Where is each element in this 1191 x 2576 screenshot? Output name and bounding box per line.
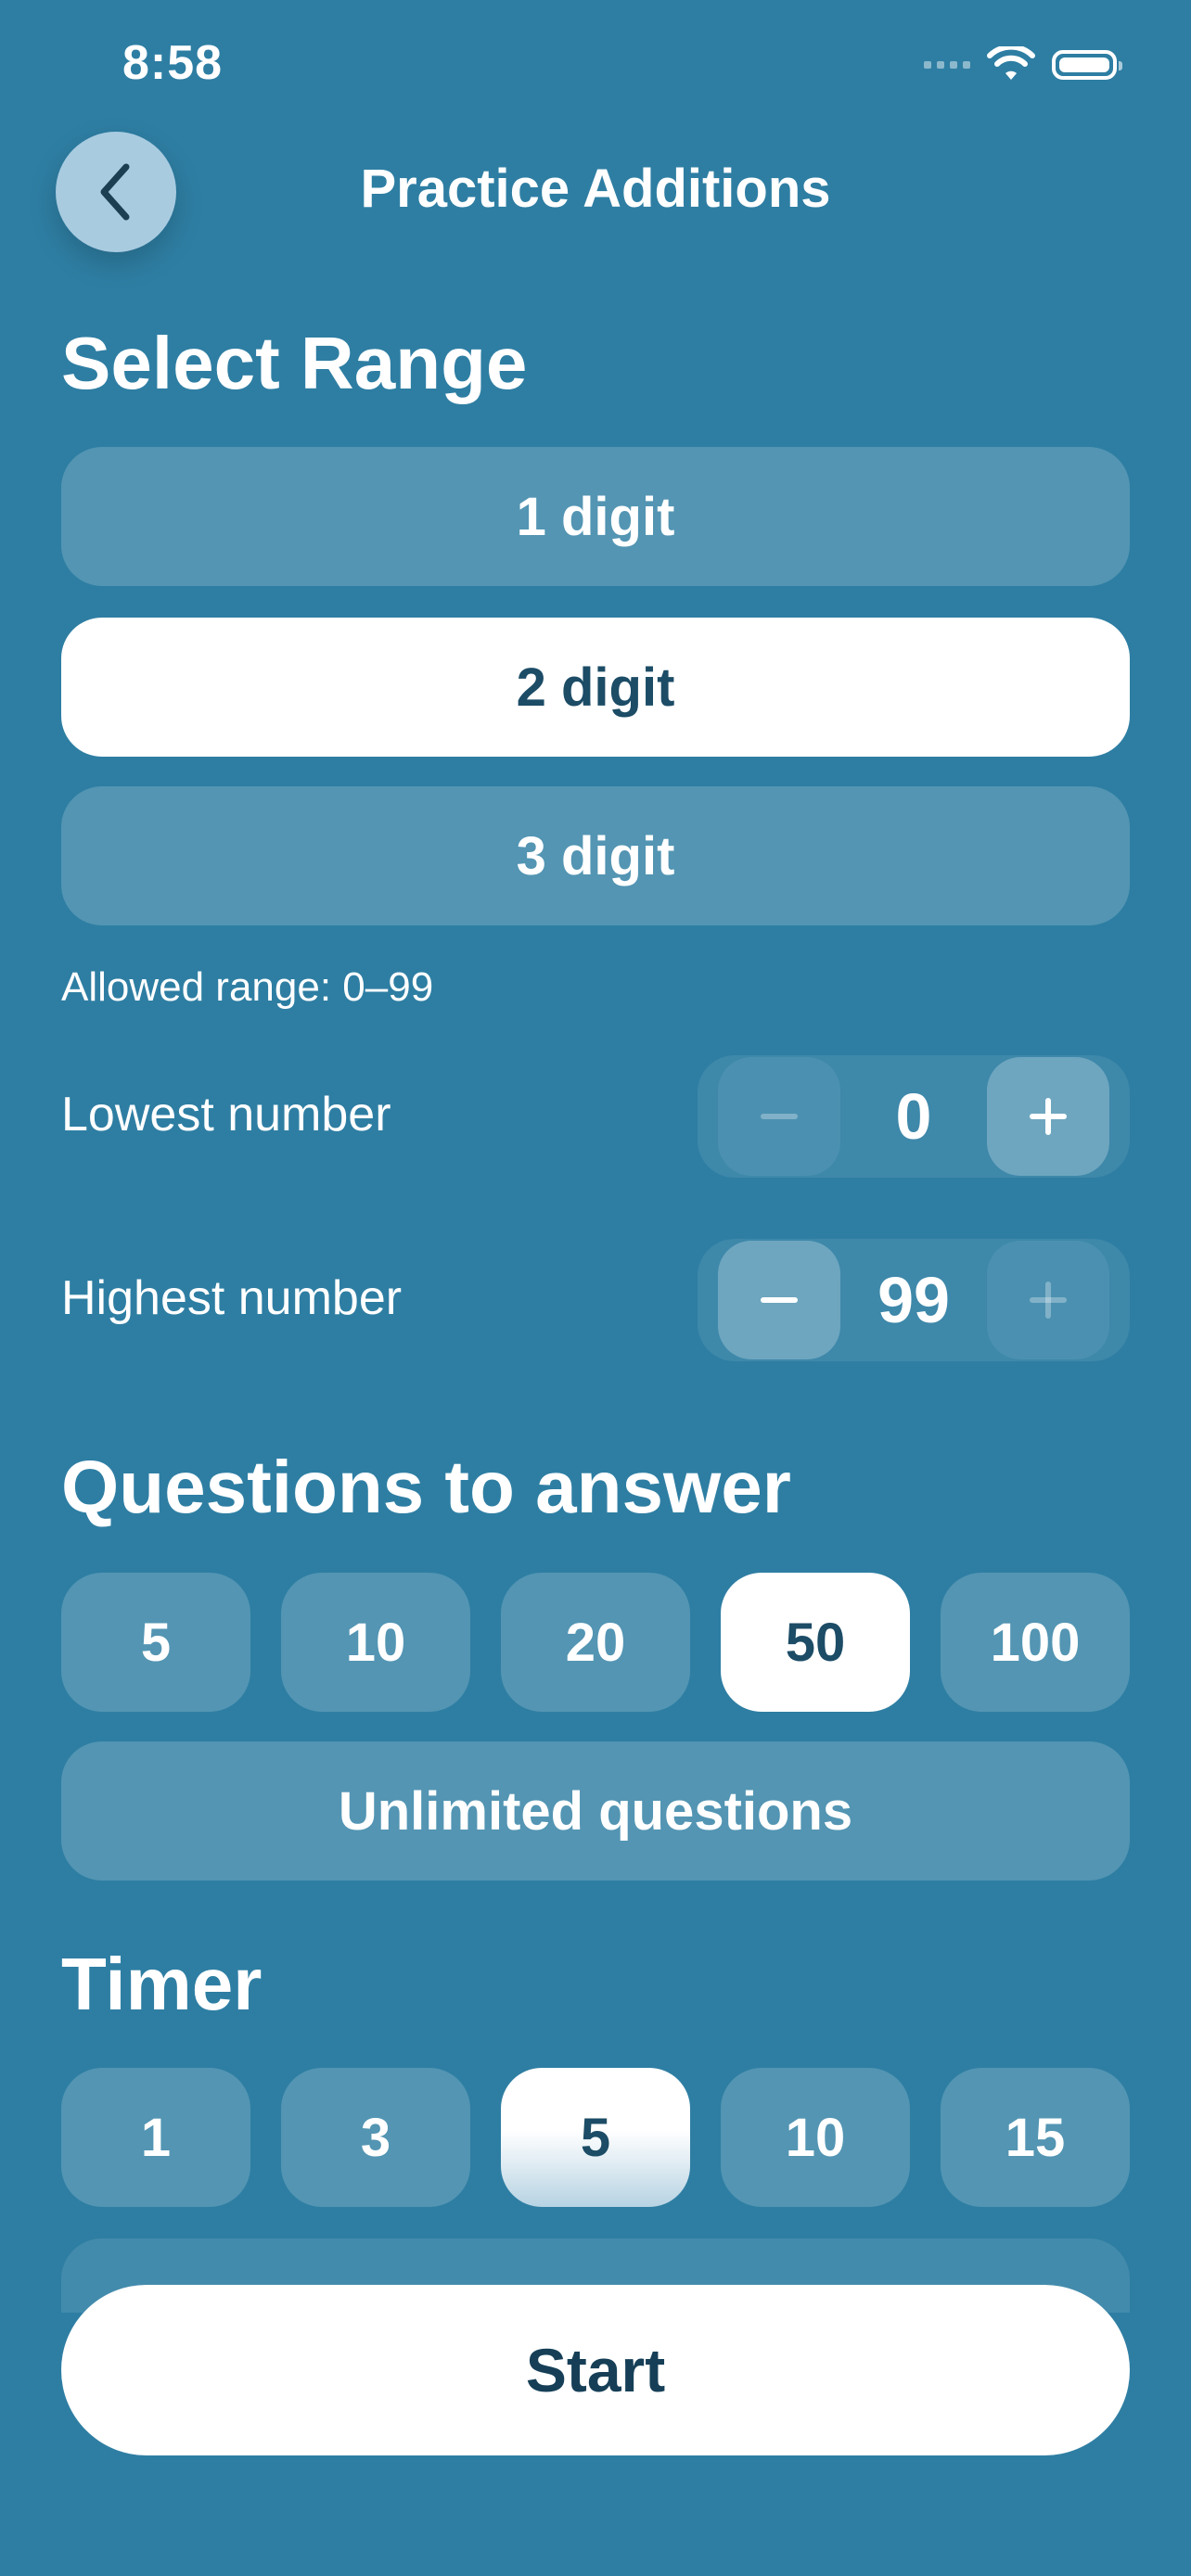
highest-number-value: 99	[877, 1264, 950, 1336]
questions-heading: Questions to answer	[61, 1446, 791, 1528]
cellular-signal-icon	[924, 61, 970, 69]
battery-icon	[1052, 50, 1122, 80]
timer-option-3[interactable]: 3	[281, 2068, 470, 2207]
lowest-number-stepper: 0	[698, 1055, 1130, 1178]
range-option-2-digit[interactable]: 2 digit	[61, 618, 1130, 757]
range-option-3-digit[interactable]: 3 digit	[61, 786, 1130, 925]
highest-decrement-button[interactable]	[718, 1241, 840, 1359]
timer-option-1[interactable]: 1	[61, 2068, 250, 2207]
minus-icon	[761, 1297, 798, 1303]
questions-option-5[interactable]: 5	[61, 1573, 250, 1712]
unlimited-questions-button[interactable]: Unlimited questions	[61, 1741, 1130, 1881]
minus-icon	[761, 1114, 798, 1119]
status-time: 8:58	[122, 36, 224, 90]
questions-option-100[interactable]: 100	[941, 1573, 1130, 1712]
select-range-heading: Select Range	[61, 322, 528, 404]
timer-option-10[interactable]: 10	[721, 2068, 910, 2207]
wifi-icon	[987, 46, 1035, 80]
lowest-decrement-button[interactable]	[718, 1057, 840, 1176]
questions-option-10[interactable]: 10	[281, 1573, 470, 1712]
timer-option-5[interactable]: 5	[501, 2068, 690, 2207]
range-option-1-digit[interactable]: 1 digit	[61, 447, 1130, 586]
questions-option-20[interactable]: 20	[501, 1573, 690, 1712]
plus-icon	[1030, 1098, 1067, 1135]
plus-icon	[1030, 1282, 1067, 1319]
page-title: Practice Additions	[360, 159, 831, 219]
start-button[interactable]: Start	[61, 2285, 1130, 2455]
timer-option-15[interactable]: 15	[941, 2068, 1130, 2207]
lowest-increment-button[interactable]	[987, 1057, 1109, 1176]
timer-heading: Timer	[61, 1943, 263, 2025]
highest-increment-button[interactable]	[987, 1241, 1109, 1359]
lowest-number-label: Lowest number	[61, 1088, 391, 1141]
highest-number-label: Highest number	[61, 1271, 403, 1325]
highest-number-stepper: 99	[698, 1239, 1130, 1361]
status-icons	[924, 46, 1122, 83]
questions-option-50[interactable]: 50	[721, 1573, 910, 1712]
lowest-number-value: 0	[895, 1080, 932, 1153]
allowed-range-note: Allowed range: 0–99	[61, 964, 434, 1010]
